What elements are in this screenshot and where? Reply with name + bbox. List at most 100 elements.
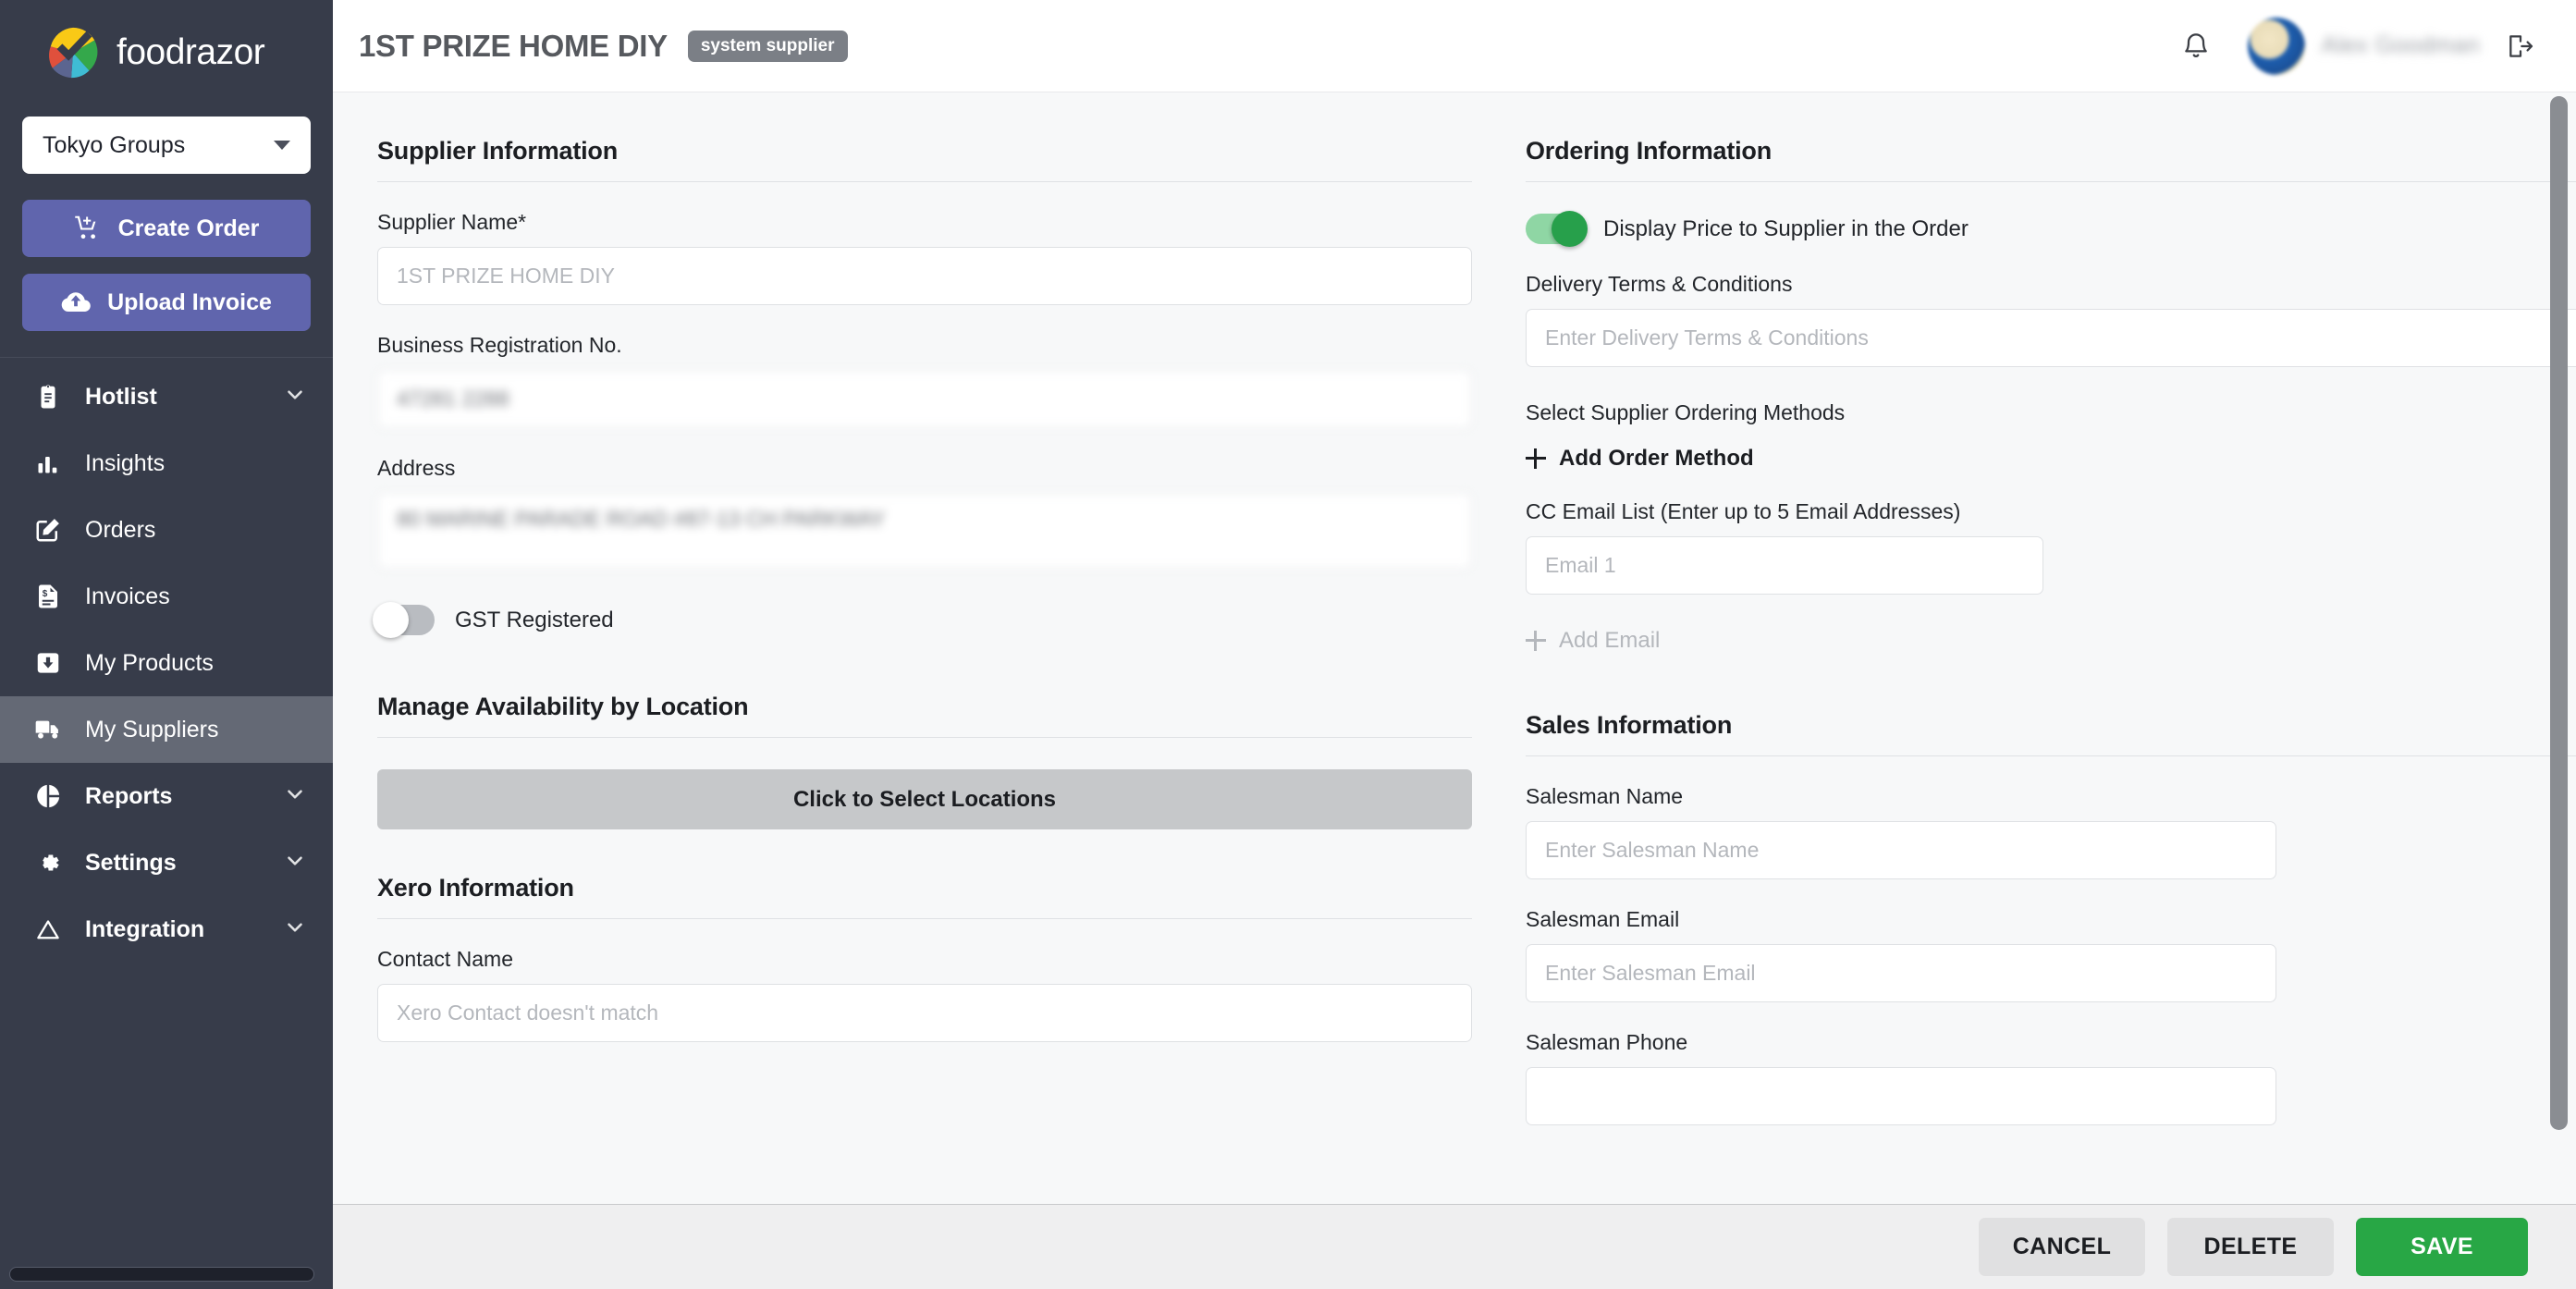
contact-name-input[interactable] (377, 984, 1472, 1042)
sales-information-section: Sales Information Salesman Name Salesman… (1526, 711, 2576, 1125)
user-menu[interactable]: Alex Goodman (2247, 17, 2480, 75)
display-price-label: Display Price to Supplier in the Order (1603, 215, 1969, 241)
chevron-down-icon (274, 141, 290, 150)
delivery-terms-input[interactable] (1526, 309, 2576, 367)
left-column: Supplier Information Supplier Name* Busi… (373, 137, 1472, 1125)
add-email-label: Add Email (1559, 628, 1661, 653)
delivery-terms-field: Delivery Terms & Conditions (1526, 272, 2576, 367)
sidebar-item-integration[interactable]: Integration (0, 896, 333, 963)
address-label: Address (377, 456, 456, 480)
sidebar-item-hotlist[interactable]: Hotlist (0, 363, 333, 430)
sidebar-item-label: Integration (85, 915, 205, 942)
delivery-terms-label: Delivery Terms & Conditions (1526, 272, 1793, 296)
chevron-down-icon (283, 849, 307, 878)
sidebar-item-label: Hotlist (85, 383, 157, 410)
topbar: 1ST PRIZE HOME DIY system supplier Alex … (333, 0, 2576, 92)
cloud-upload-icon (61, 288, 91, 317)
sidebar-item-reports[interactable]: Reports (0, 763, 333, 829)
section-divider (377, 181, 1472, 182)
brand-name: foodrazor (117, 32, 265, 72)
salesman-name-input[interactable] (1526, 821, 2276, 879)
sidebar-item-label: Settings (85, 849, 177, 876)
section-divider (1526, 755, 2576, 756)
invoice-icon: $ (31, 580, 65, 613)
cc-email-label: CC Email List (Enter up to 5 Email Addre… (1526, 499, 1961, 523)
salesman-phone-input[interactable] (1526, 1067, 2276, 1125)
ordering-information-section: Ordering Information Display Price to Su… (1526, 137, 2576, 654)
page-title: 1ST PRIZE HOME DIY (359, 28, 668, 63)
salesman-email-label: Salesman Email (1526, 907, 1680, 931)
cancel-button[interactable]: CANCEL (1979, 1218, 2145, 1276)
business-registration-field: Business Registration No. (377, 333, 1472, 428)
ordering-methods-label: Select Supplier Ordering Methods (1526, 400, 1846, 424)
sidebar-item-insights[interactable]: Insights (0, 430, 333, 497)
sidebar-horizontal-scrollbar[interactable] (9, 1267, 314, 1282)
group-select[interactable]: Tokyo Groups (22, 117, 311, 174)
select-locations-button[interactable]: Click to Select Locations (377, 769, 1472, 829)
edit-square-icon (31, 513, 65, 546)
upload-invoice-button[interactable]: Upload Invoice (22, 274, 311, 331)
gst-registered-toggle[interactable] (373, 602, 435, 638)
section-title: Sales Information (1526, 711, 1733, 739)
upload-invoice-label: Upload Invoice (107, 288, 272, 315)
sidebar-item-my-products[interactable]: My Products (0, 630, 333, 696)
section-divider (377, 737, 1472, 738)
section-title: Manage Availability by Location (377, 693, 749, 720)
contact-name-field: Contact Name (377, 947, 1472, 1042)
salesman-email-input[interactable] (1526, 944, 2276, 1002)
gst-registered-row: GST Registered (373, 602, 1472, 638)
save-button[interactable]: SAVE (2356, 1218, 2528, 1276)
salesman-email-field: Salesman Email (1526, 907, 2576, 1002)
sidebar-item-label: My Suppliers (85, 716, 219, 743)
supplier-name-field: Supplier Name* (377, 210, 1472, 305)
user-name: Alex Goodman (2321, 32, 2480, 58)
supplier-information-section: Supplier Information Supplier Name* Busi… (373, 137, 1472, 638)
topbar-right: Alex Goodman (2168, 17, 2541, 75)
plus-icon (1526, 448, 1546, 469)
action-bar: CANCEL DELETE SAVE (333, 1204, 2576, 1289)
sidebar-item-label: Reports (85, 782, 173, 809)
content-vertical-scrollbar[interactable] (2550, 96, 2568, 1130)
supplier-name-input[interactable] (377, 247, 1472, 305)
sidebar: foodrazor Tokyo Groups Create Order Uplo… (0, 0, 333, 1289)
chevron-down-icon (283, 383, 307, 411)
bar-chart-icon (31, 447, 65, 480)
sidebar-item-orders[interactable]: Orders (0, 497, 333, 563)
section-title: Supplier Information (377, 137, 619, 165)
status-badge: system supplier (687, 30, 848, 62)
clipboard-icon (31, 380, 65, 413)
main-area: 1ST PRIZE HOME DIY system supplier Alex … (333, 0, 2576, 1289)
create-order-button[interactable]: Create Order (22, 200, 311, 257)
sidebar-item-invoices[interactable]: $ Invoices (0, 563, 333, 630)
business-registration-input[interactable] (377, 370, 1472, 428)
inbox-down-icon (31, 646, 65, 680)
triangle-icon (31, 913, 65, 946)
brand: foodrazor (0, 0, 333, 102)
content-columns: Supplier Information Supplier Name* Busi… (333, 92, 2576, 1125)
cart-plus-icon (74, 215, 102, 242)
cc-email-input-1[interactable] (1526, 536, 2043, 595)
display-price-toggle[interactable] (1526, 211, 1588, 247)
add-email-button[interactable]: Add Email (1526, 628, 1660, 654)
right-column: Ordering Information Display Price to Su… (1526, 137, 2576, 1125)
toggle-knob (1552, 211, 1588, 247)
gst-registered-label: GST Registered (455, 607, 614, 632)
section-divider (1526, 181, 2576, 182)
display-price-row: Display Price to Supplier in the Order (1526, 211, 2576, 247)
address-input[interactable] (377, 493, 1472, 569)
logout-icon[interactable] (2480, 22, 2541, 70)
salesman-phone-label: Salesman Phone (1526, 1030, 1688, 1054)
contact-name-label: Contact Name (377, 947, 514, 971)
sidebar-item-settings[interactable]: Settings (0, 829, 333, 896)
address-field: Address (377, 456, 1472, 573)
salesman-name-field: Salesman Name (1526, 784, 2576, 879)
section-divider (377, 918, 1472, 919)
salesman-phone-field: Salesman Phone (1526, 1030, 2576, 1125)
chevron-down-icon (283, 782, 307, 811)
chevron-down-icon (283, 915, 307, 944)
add-order-method-button[interactable]: Add Order Method (1526, 446, 1754, 472)
sidebar-item-my-suppliers[interactable]: My Suppliers (0, 696, 333, 763)
sidebar-item-label: Invoices (85, 583, 170, 609)
delete-button[interactable]: DELETE (2167, 1218, 2334, 1276)
bell-icon[interactable] (2168, 22, 2224, 70)
